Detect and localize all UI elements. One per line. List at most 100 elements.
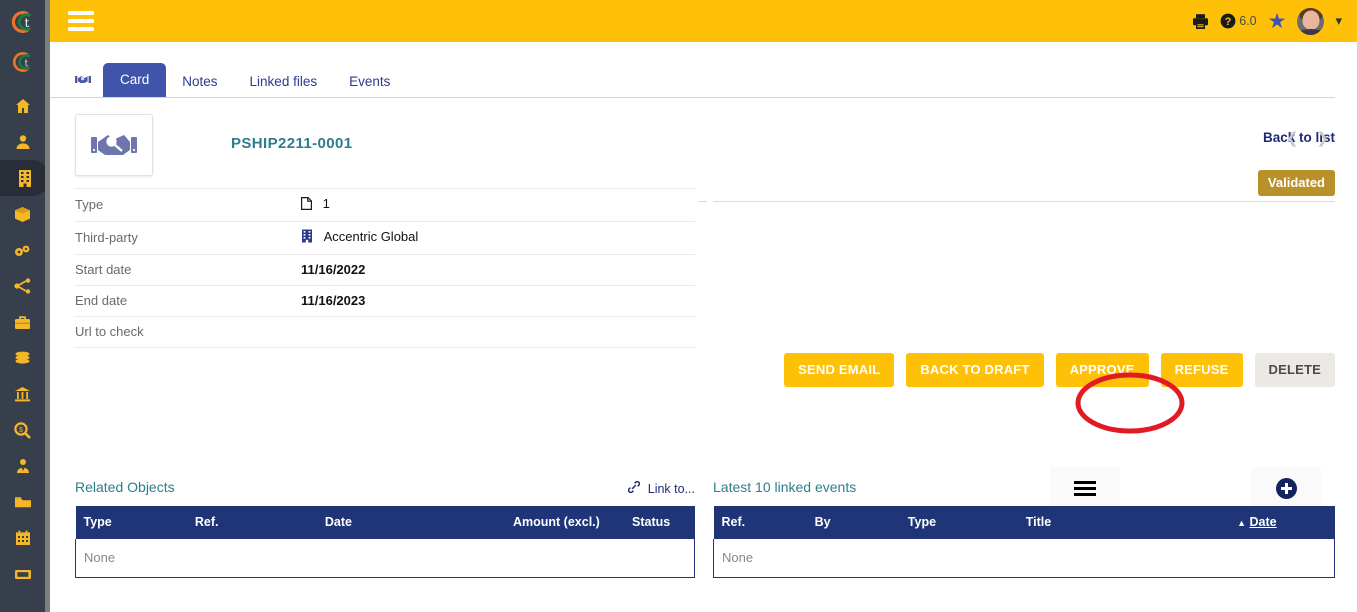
field-value-start-date: 11/16/2022 — [301, 255, 695, 286]
hamburger-icon — [1074, 480, 1096, 496]
plus-circle-icon — [1275, 477, 1297, 499]
svg-text:t: t — [24, 16, 29, 30]
table-row: End date 11/16/2023 — [75, 285, 695, 317]
sidebar-item-documents[interactable] — [0, 484, 45, 520]
sidebar-item-projects[interactable] — [0, 268, 45, 304]
chevron-left-icon[interactable]: ❮ — [1286, 129, 1299, 147]
column-header-status[interactable]: Status — [607, 506, 695, 539]
right-panel-divider — [713, 201, 1335, 202]
table-header-row: Ref. By Type Title ▲ Date — [713, 506, 1335, 539]
column-header-date-label: Date — [1249, 515, 1277, 529]
handshake-icon — [91, 135, 137, 155]
add-event-button[interactable] — [1251, 467, 1321, 509]
app-window: t t $ ? 6.0 ★ ▾ Card Notes Linked files … — [0, 0, 1357, 612]
chevron-down-icon[interactable]: ▾ — [1335, 13, 1342, 29]
card-header: PSHIP2211-0001 Back to list ❮ ❯ Validate… — [50, 98, 1357, 196]
link-to-button[interactable]: Link to... — [628, 480, 695, 496]
column-header-date[interactable]: ▲ Date — [1179, 506, 1335, 539]
field-value-end-date: 11/16/2023 — [301, 286, 695, 317]
home-icon — [15, 99, 30, 113]
linked-events-table: Ref. By Type Title ▲ Date None — [713, 506, 1335, 578]
table-header-row: Type Ref. Date Amount (excl.) Status — [75, 506, 695, 539]
table-row: None — [75, 539, 695, 578]
top-header-bar: ? 6.0 ★ ▾ — [50, 0, 1357, 42]
avatar[interactable] — [1297, 7, 1325, 35]
building-icon — [301, 229, 317, 246]
sidebar-item-hrm[interactable] — [0, 448, 45, 484]
hamburger-icon[interactable] — [68, 11, 94, 31]
field-label-type: Type — [75, 197, 104, 212]
employee-icon — [16, 459, 29, 473]
related-objects-title: Related Objects — [75, 479, 175, 495]
main-content: Card Notes Linked files Events PSHIP2211… — [50, 42, 1357, 578]
column-header-title[interactable]: Title — [1017, 506, 1180, 539]
tab-events[interactable]: Events — [333, 66, 406, 98]
sidebar-item-third-parties[interactable] — [0, 160, 50, 196]
user-icon — [16, 135, 29, 149]
sidebar-item-agenda[interactable] — [0, 520, 45, 556]
sidebar-item-tickets[interactable] — [0, 556, 45, 592]
column-header-ref[interactable]: Ref. — [186, 506, 317, 539]
coins-icon — [15, 351, 30, 364]
sidebar-item-billing[interactable] — [0, 340, 45, 376]
svg-text:$: $ — [19, 427, 23, 434]
tab-card[interactable]: Card — [103, 62, 167, 97]
field-label-end-date: End date — [75, 293, 128, 308]
sidebar-item-accounting[interactable] — [0, 376, 45, 412]
sitemap-icon — [14, 278, 31, 294]
sidebar-item-members[interactable] — [0, 124, 45, 160]
svg-text:t: t — [24, 59, 28, 70]
help-circle-icon[interactable]: ? 6.0 — [1220, 13, 1257, 29]
refuse-button[interactable]: REFUSE — [1160, 353, 1243, 387]
column-header-type[interactable]: Type — [75, 506, 187, 539]
field-text-type: 1 — [322, 196, 330, 211]
related-objects-table: Type Ref. Date Amount (excl.) Status Non… — [75, 506, 695, 578]
field-text-start-date: 11/16/2022 — [301, 262, 366, 277]
column-header-date[interactable]: Date — [316, 506, 472, 539]
app-logo[interactable]: t — [0, 0, 45, 44]
calendar-icon — [15, 530, 30, 545]
building-icon — [19, 169, 31, 187]
sidebar-item-home[interactable] — [0, 88, 45, 124]
column-header-type[interactable]: Type — [899, 506, 1018, 539]
field-text-third-party[interactable]: Accentric Global — [324, 229, 419, 244]
card-body: Type 1 Third-party Accentric Global Star… — [50, 188, 1357, 423]
table-row: Url to check — [75, 316, 695, 348]
details-table: Type 1 Third-party Accentric Global Star… — [75, 188, 695, 348]
send-email-button[interactable]: SEND EMAIL — [784, 353, 895, 387]
svg-text:?: ? — [1225, 16, 1232, 28]
action-buttons: SEND EMAIL BACK TO DRAFT APPROVE REFUSE … — [784, 353, 1335, 387]
events-menu-button[interactable] — [1050, 467, 1120, 509]
tab-notes[interactable]: Notes — [166, 66, 233, 98]
tab-bar: Card Notes Linked files Events — [50, 62, 1335, 98]
back-to-draft-button[interactable]: BACK TO DRAFT — [906, 353, 1044, 387]
approve-button[interactable]: APPROVE — [1055, 353, 1149, 387]
star-icon[interactable]: ★ — [1268, 11, 1287, 32]
search-money-icon: $ — [14, 421, 31, 439]
sidebar-item-stock[interactable] — [0, 232, 45, 268]
column-header-amount[interactable]: Amount (excl.) — [471, 506, 608, 539]
gears-icon — [15, 245, 30, 256]
sidebar-item-audit[interactable]: $ — [0, 412, 45, 448]
printer-icon[interactable] — [1192, 13, 1209, 30]
tab-linked-files[interactable]: Linked files — [234, 66, 334, 98]
app-logo-small[interactable]: t — [0, 44, 45, 80]
column-header-ref[interactable]: Ref. — [713, 506, 807, 539]
ticket-icon — [14, 569, 31, 579]
chevron-right-icon[interactable]: ❯ — [1316, 129, 1329, 147]
document-icon — [301, 197, 316, 213]
page-title: PSHIP2211-0001 — [231, 135, 353, 152]
triangle-up-icon: ▲ — [1237, 518, 1247, 528]
link-to-label: Link to... — [647, 482, 695, 496]
sidebar-item-products[interactable] — [0, 196, 45, 232]
object-logo-box — [75, 114, 153, 176]
sidebar-item-commercial[interactable] — [0, 304, 45, 340]
delete-button[interactable]: DELETE — [1254, 353, 1335, 387]
header-actions: ? 6.0 ★ ▾ — [1192, 7, 1342, 35]
column-header-by[interactable]: By — [806, 506, 900, 539]
table-row: Start date 11/16/2022 — [75, 254, 695, 286]
related-objects-empty: None — [75, 539, 695, 578]
record-navigation: ❮ ❯ — [1286, 129, 1329, 147]
table-row: Third-party Accentric Global — [75, 221, 695, 255]
version-label: 6.0 — [1239, 14, 1257, 28]
